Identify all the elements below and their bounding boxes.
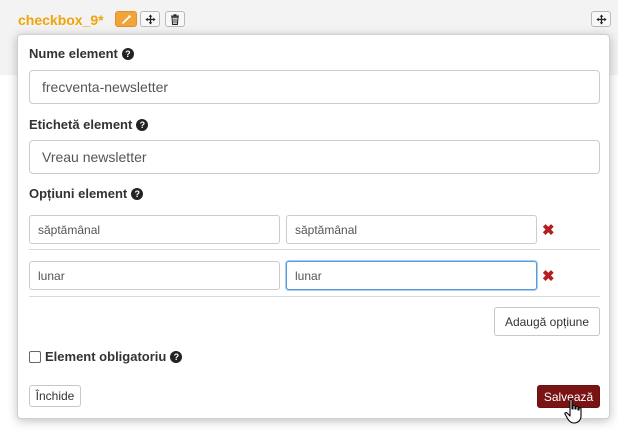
option-value-input[interactable] (29, 261, 280, 290)
element-label-input[interactable] (29, 140, 600, 174)
move-button[interactable] (140, 11, 160, 27)
field-title: checkbox_9* (18, 12, 104, 28)
options-label: Opțiuni element (29, 186, 128, 201)
option-divider (29, 296, 600, 297)
required-checkbox[interactable] (29, 350, 41, 363)
element-label-label: Etichetă element (29, 117, 133, 132)
option-divider (29, 249, 600, 250)
option-label-input[interactable] (286, 261, 537, 290)
element-label-heading: Etichetă element? (29, 117, 149, 132)
element-name-label: Nume element (29, 46, 118, 61)
edit-button[interactable] (115, 11, 137, 27)
question-circle-icon[interactable]: ? (131, 188, 144, 200)
edit-element-dialog: Nume element? Etichetă element? Opțiuni … (17, 34, 610, 419)
question-circle-icon[interactable]: ? (170, 350, 183, 363)
add-option-button[interactable]: Adaugă opțiune (494, 307, 600, 336)
option-value-input[interactable] (29, 215, 280, 244)
field-toolbar: checkbox_9* (0, 0, 618, 38)
element-name-input[interactable] (29, 70, 600, 104)
element-name-heading: Nume element? (29, 46, 134, 61)
hand-cursor-icon (564, 398, 582, 424)
remove-icon[interactable]: ✖ (542, 267, 555, 285)
delete-button[interactable] (165, 11, 185, 27)
question-circle-icon[interactable]: ? (136, 119, 149, 131)
question-circle-icon[interactable]: ? (121, 48, 134, 60)
options-heading: Opțiuni element? (29, 186, 144, 201)
move-arrows-icon (595, 13, 607, 25)
move-arrows-icon (144, 13, 156, 25)
remove-icon[interactable]: ✖ (542, 221, 555, 239)
trash-icon (171, 13, 179, 25)
pencil-icon (121, 14, 131, 24)
required-row: Element obligatoriu ? (29, 349, 183, 364)
required-label: Element obligatoriu (45, 349, 167, 364)
option-label-input[interactable] (286, 215, 537, 244)
close-button[interactable]: Închide (29, 385, 81, 407)
move-button-right[interactable] (591, 11, 611, 27)
